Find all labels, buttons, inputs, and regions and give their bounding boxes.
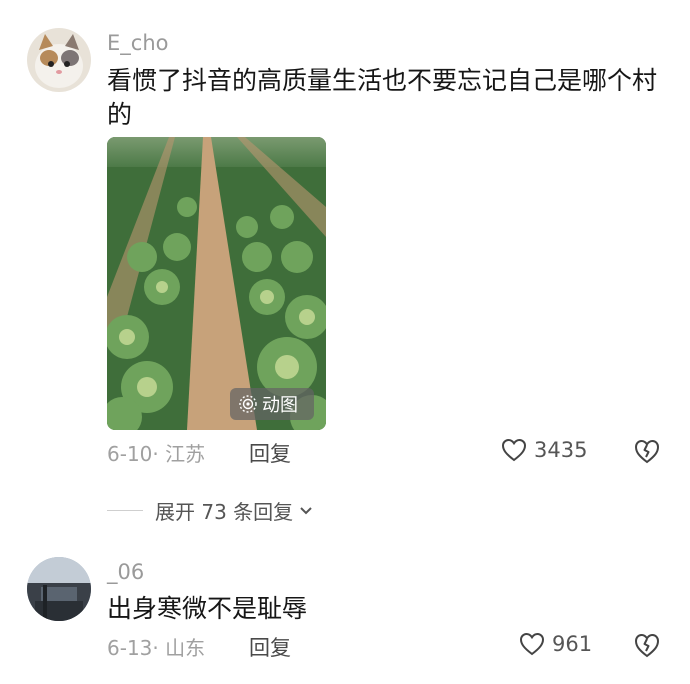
- comment-text: 出身寒微不是耻辱: [107, 594, 308, 623]
- dislike-icon[interactable]: [632, 630, 662, 660]
- like-count: 3435: [534, 438, 588, 462]
- like-count: 961: [552, 632, 593, 656]
- chevron-down-icon: [300, 506, 312, 514]
- live-photo-icon: [239, 395, 257, 413]
- dislike-icon[interactable]: [632, 436, 662, 466]
- comment-text: 看惯了抖音的高质量生活也不要忘记自己是哪个村的: [107, 66, 658, 129]
- username[interactable]: _06: [107, 560, 144, 584]
- like-button[interactable]: 961: [518, 630, 592, 658]
- avatar[interactable]: [27, 28, 91, 92]
- gif-badge: 动图: [230, 388, 314, 420]
- gif-image[interactable]: [107, 137, 326, 430]
- reply-button[interactable]: 回复: [249, 438, 291, 468]
- heart-icon: [501, 438, 527, 462]
- expand-replies[interactable]: 展开 73 条回复: [107, 496, 315, 525]
- like-button[interactable]: 3435: [500, 436, 587, 464]
- divider-line: [107, 510, 143, 511]
- expand-replies-label: 展开 73 条回复: [155, 500, 294, 524]
- comment-meta: 6-13· 山东: [107, 636, 206, 660]
- gif-label: 动图: [262, 395, 298, 416]
- username[interactable]: E_cho: [107, 31, 168, 55]
- comment-meta: 6-10· 江苏: [107, 442, 206, 466]
- avatar[interactable]: [27, 557, 91, 621]
- heart-icon: [519, 632, 545, 656]
- reply-button[interactable]: 回复: [249, 632, 291, 662]
